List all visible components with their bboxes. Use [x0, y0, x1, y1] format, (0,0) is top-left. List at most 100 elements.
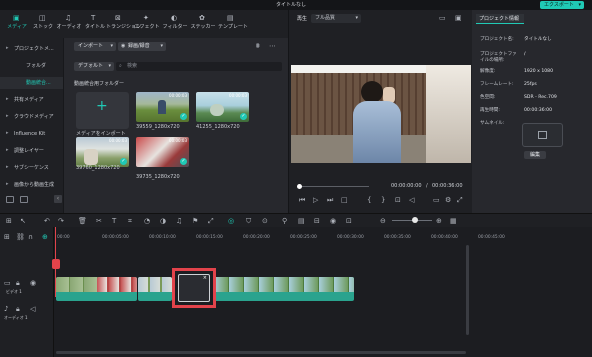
edit-button[interactable]: 編集	[524, 151, 546, 159]
filter-sort-icon[interactable]: ⩩	[256, 43, 260, 50]
step-back-icon[interactable]: ⏮	[299, 197, 305, 204]
mic-icon[interactable]: ⚲	[282, 218, 287, 225]
tab-transition[interactable]: ⊠ トランジション	[106, 14, 141, 34]
speed-icon[interactable]: ◔	[144, 218, 150, 225]
tab-effect[interactable]: ✦ エフェクト	[134, 14, 160, 34]
add-track-icon[interactable]: ⊞	[4, 234, 10, 241]
search-input[interactable]: ⌕ 検索	[116, 62, 282, 71]
mark-out-icon[interactable]: }	[381, 197, 385, 204]
caption-icon[interactable]: ▤	[298, 218, 305, 225]
cut-icon[interactable]: ✂	[96, 218, 102, 225]
time-ruler[interactable]: 00:00 00:00:05:00 00:00:10:00 00:00:15:00 00…	[55, 227, 592, 243]
zoom-handle[interactable]	[412, 217, 418, 223]
more-icon[interactable]: ⋯	[269, 43, 276, 50]
eye-icon[interactable]: ◉	[30, 280, 36, 287]
audio-icon[interactable]: ♫	[176, 218, 182, 225]
transform-icon[interactable]: ⤢	[208, 218, 214, 225]
check-icon: ✓	[120, 158, 127, 165]
empty-clip[interactable]: ×	[178, 274, 210, 302]
thumbnail-box[interactable]	[522, 123, 563, 147]
import-dropdown[interactable]: インポート ▾	[74, 42, 116, 51]
stop-icon[interactable]: □	[341, 197, 348, 204]
tab-audio[interactable]: ♫ オーディオ	[56, 14, 82, 34]
playback-progress[interactable]	[299, 186, 369, 187]
split-icon[interactable]: ⊟	[314, 218, 320, 225]
quality-dropdown[interactable]: フル品質 ▾	[311, 14, 361, 23]
tab-template[interactable]: ▤ テンプレート	[218, 14, 248, 34]
vertical-scrollbar[interactable]	[466, 245, 469, 335]
tab-sticker[interactable]: ✿ ステッカー	[190, 14, 216, 34]
chevron-right-icon: ▸	[6, 45, 9, 51]
media-thumbnail[interactable]: 00:00:03 ✓	[136, 137, 189, 167]
video-clip[interactable]	[214, 277, 354, 301]
sidebar-item[interactable]: ▸ 調整レイヤー	[0, 145, 63, 157]
tab-title[interactable]: T タイトル	[82, 14, 108, 34]
sidebar-item[interactable]: ▸ Influence Kit	[0, 128, 63, 140]
render-icon[interactable]: ⊙	[262, 218, 268, 225]
delete-icon[interactable]: 🗑︎	[78, 218, 87, 225]
layout-icon[interactable]: ▦	[450, 218, 457, 225]
video-clip[interactable]	[97, 277, 137, 301]
settings-icon[interactable]: ⚙	[445, 197, 451, 204]
play-icon[interactable]: ▷	[313, 197, 318, 204]
zoom-out-icon[interactable]: ⊖	[380, 218, 386, 225]
media-thumbnail[interactable]: 00:00:03 ✓	[196, 92, 249, 122]
sidebar-item[interactable]: フォルダ	[0, 60, 63, 72]
grid-icon[interactable]: ⊞	[6, 218, 12, 225]
text-icon[interactable]: T	[112, 218, 116, 225]
ai-icon[interactable]: ◎	[228, 218, 234, 225]
tab-filter[interactable]: ◐ フィルター	[162, 14, 188, 34]
import-media-tile[interactable]: +	[76, 92, 129, 129]
new-folder-icon[interactable]	[6, 196, 14, 203]
shield-icon[interactable]: ⛉	[246, 218, 251, 225]
crop-icon[interactable]: ⌗	[128, 218, 132, 225]
speaker-icon[interactable]: ◁	[30, 306, 35, 313]
tab-media[interactable]: ▣ メディア	[4, 14, 30, 34]
lock-icon[interactable]: 🔒︎	[16, 280, 20, 287]
undo-icon[interactable]: ↶	[44, 218, 50, 225]
step-forward-icon[interactable]: ⏭	[327, 197, 333, 204]
export-button[interactable]: エクスポート ▾	[540, 1, 584, 9]
snap-icon[interactable]: ⊕	[42, 234, 48, 241]
snapshot-icon[interactable]: ⊡	[346, 218, 352, 225]
screenshot-icon[interactable]: ▭	[439, 15, 446, 22]
zoom-in-icon[interactable]: ⊕	[436, 218, 442, 225]
redo-icon[interactable]: ↷	[58, 218, 64, 225]
record-dropdown[interactable]: ◉ 録画/録音 ▾	[118, 42, 166, 51]
sidebar-item[interactable]: ▸ 画像から動画生成	[0, 179, 63, 191]
marker-icon[interactable]: ⚑	[192, 218, 198, 225]
link-icon[interactable]: ⛓	[16, 234, 25, 241]
snapshot-icon[interactable]: ⊡	[395, 197, 401, 204]
tab-stock[interactable]: ◫ ストック	[30, 14, 56, 34]
volume-icon[interactable]: ◁	[409, 197, 414, 204]
ruler-tick-label: 00:00:05:00	[102, 235, 129, 240]
mark-in-icon[interactable]: {	[367, 197, 371, 204]
pointer-icon[interactable]: ↖	[20, 218, 26, 225]
player-tab[interactable]: 再生	[297, 17, 307, 22]
display-icon[interactable]: ▭	[433, 197, 440, 204]
sidebar-item[interactable]: ▸ プロジェクトメ...	[0, 43, 63, 55]
media-thumbnail[interactable]: 00:00:03 ✓	[76, 137, 129, 167]
sidebar-item[interactable]: ▸ クラウドメディア	[0, 111, 63, 123]
fullscreen-icon[interactable]: ⤢	[457, 197, 463, 204]
sort-dropdown[interactable]: デフォルト ▾	[74, 62, 114, 71]
playhead-handle[interactable]	[52, 259, 60, 269]
collapse-icon[interactable]: ‹	[54, 195, 62, 203]
color-icon[interactable]: ◑	[160, 218, 166, 225]
lock-icon[interactable]: 🔒︎	[16, 306, 20, 313]
media-name: 41255_1280x720	[196, 124, 240, 130]
media-thumbnail[interactable]: 00:00:03 ✓	[136, 92, 189, 122]
sidebar-item[interactable]: ▸ 共有メディア	[0, 94, 63, 106]
progress-handle[interactable]	[297, 184, 302, 189]
folder-icon[interactable]	[20, 196, 28, 203]
record-icon[interactable]: ◉	[330, 218, 336, 225]
horizontal-scrollbar[interactable]	[56, 351, 466, 354]
sidebar-item[interactable]: 動画統合...	[0, 77, 63, 89]
sidebar-item[interactable]: ▸ サブシーケンス	[0, 162, 63, 174]
project-info-tab[interactable]: プロジェクト情報	[476, 14, 524, 24]
sidebar-item-label: サブシーケンス	[14, 165, 49, 171]
close-icon[interactable]: ×	[203, 275, 207, 281]
image-icon[interactable]: ▣	[455, 15, 462, 22]
video-clip[interactable]	[138, 277, 172, 301]
magnet-icon[interactable]: ∩	[28, 234, 33, 241]
